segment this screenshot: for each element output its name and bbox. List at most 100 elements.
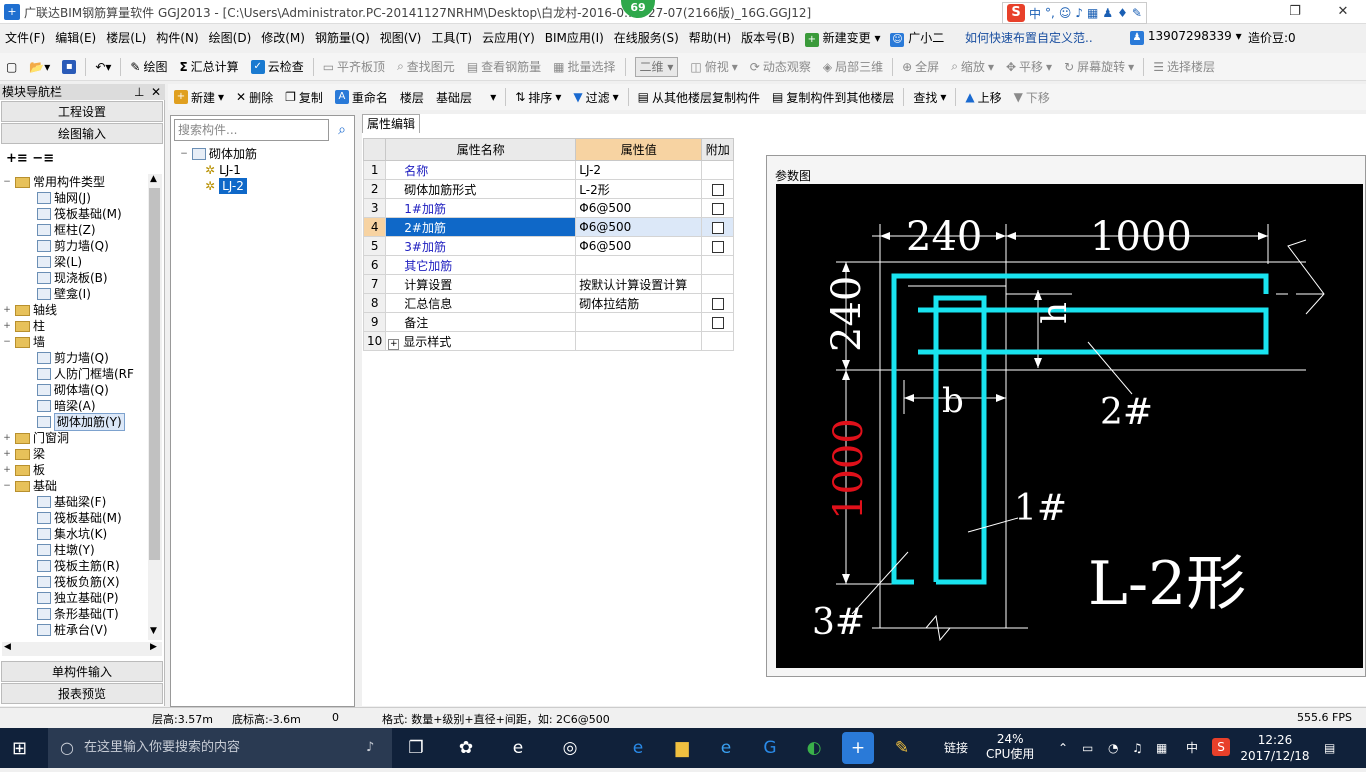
nav-tree-item[interactable]: + 门窗洞 <box>2 430 146 446</box>
collapse-icon[interactable]: − <box>179 146 189 162</box>
nav-tree-item[interactable]: 剪力墙(Q) <box>2 238 146 254</box>
prop-value[interactable]: 按默认计算设置计算 <box>575 274 703 294</box>
sogou-ime-icon[interactable]: S <box>1007 4 1025 22</box>
menu-component[interactable]: 构件(N) <box>151 29 203 46</box>
filter-button[interactable]: ▼ 过滤 ▾ <box>567 89 624 106</box>
zoom-button[interactable]: ⌕ 缩放 ▾ <box>945 58 1000 75</box>
extra-checkbox[interactable] <box>711 221 724 234</box>
component-search-input[interactable]: 搜索构件... <box>174 119 329 141</box>
property-row[interactable]: 7 计算设置 按默认计算设置计算 <box>362 274 735 294</box>
nav-tree-item[interactable]: 桩承台(V) <box>2 622 146 638</box>
nav-tree-item[interactable]: 砌体加筋(Y) <box>2 413 146 431</box>
component-root[interactable]: − 砌体加筋 <box>179 146 257 162</box>
rotate-screen-button[interactable]: ↻ 屏幕旋转 ▾ <box>1058 58 1140 75</box>
search-icon[interactable]: ⌕ <box>331 119 353 141</box>
pinwheel-app-icon[interactable]: ✿ <box>450 732 482 764</box>
collapse-icon[interactable]: − <box>2 478 12 494</box>
property-row[interactable]: 3 1#加筋 Φ6@500 <box>362 198 735 218</box>
collapse-icon[interactable]: − <box>2 174 12 190</box>
chrome-like-icon[interactable]: ◎ <box>554 732 586 764</box>
component-item[interactable]: ✲ LJ-1 <box>179 162 257 178</box>
extra-checkbox[interactable] <box>711 202 724 215</box>
notification-center-icon[interactable]: ▤ <box>1324 728 1335 768</box>
menu-edit[interactable]: 编辑(E) <box>50 29 101 46</box>
close-icon[interactable]: ✕ <box>1328 2 1358 22</box>
local-3d-button[interactable]: ◈ 局部三维 <box>817 58 889 75</box>
nav-tree-item[interactable]: 壁龛(I) <box>2 286 146 302</box>
nav-tree-item[interactable]: 砌体墙(Q) <box>2 382 146 398</box>
nav-tree-item[interactable]: 框柱(Z) <box>2 222 146 238</box>
prop-value[interactable] <box>575 331 703 351</box>
nav-tree-item[interactable]: 条形基础(T) <box>2 606 146 622</box>
menu-help[interactable]: 帮助(H) <box>684 29 736 46</box>
find-button[interactable]: 查找 ▾ <box>907 89 952 106</box>
expand-icon[interactable]: + <box>2 430 12 446</box>
taskbar-search-input[interactable]: ○ 在这里输入你要搜索的内容 ♪ <box>48 728 392 768</box>
keyboard-icon[interactable]: ▦ <box>1087 6 1098 20</box>
nav-tree-item[interactable]: 暗梁(A) <box>2 398 146 414</box>
ime-mode-label[interactable]: 中 <box>1029 5 1041 22</box>
sogou-tray-icon[interactable]: S <box>1212 738 1230 756</box>
view-rebar-qty-button[interactable]: ▤ 查看钢筋量 <box>461 58 547 75</box>
file-explorer-icon[interactable]: ▆ <box>666 732 698 764</box>
nav-tree-item[interactable]: 筏板主筋(R) <box>2 558 146 574</box>
prop-value[interactable]: Φ6@500 <box>575 236 703 256</box>
new-component-button[interactable]: + 新建 ▾ <box>168 89 230 106</box>
cpu-meter[interactable]: 24% CPU使用 <box>986 732 1034 772</box>
nav-tree-item[interactable]: 筏板负筋(X) <box>2 574 146 590</box>
task-view-icon[interactable]: ❐ <box>400 732 432 764</box>
menu-rebar-qty[interactable]: 钢筋量(Q) <box>310 29 375 46</box>
property-row[interactable]: 5 3#加筋 Φ6@500 <box>362 236 735 256</box>
pin-icon[interactable]: ⊥ <box>134 84 144 100</box>
menu-modify[interactable]: 修改(M) <box>256 29 310 46</box>
nav-tree-item[interactable]: 剪力墙(Q) <box>2 350 146 366</box>
open-file-icon[interactable]: 📂▾ <box>23 60 56 74</box>
nav-tree-item[interactable]: 柱墩(Y) <box>2 542 146 558</box>
copy-button[interactable]: ❐ 复制 <box>279 89 329 106</box>
taskbar-link-label[interactable]: 链接 <box>944 728 968 768</box>
nav-tree-item[interactable]: 人防门框墙(RF <box>2 366 146 382</box>
component-item-selected[interactable]: ✲ LJ-2 <box>179 178 257 194</box>
cloud-check-button[interactable]: ✓ 云检查 <box>245 58 310 75</box>
property-row[interactable]: 6 其它加筋 <box>362 255 735 275</box>
edge-icon[interactable]: e <box>622 732 654 764</box>
nav-tree-item[interactable]: 筏板基础(M) <box>2 206 146 222</box>
extra-checkbox[interactable] <box>711 316 724 329</box>
glodon-app-icon[interactable]: + <box>842 732 874 764</box>
mic-icon[interactable]: ♪ <box>1075 6 1083 20</box>
expand-icon[interactable]: + <box>2 318 12 334</box>
nav-hscrollbar[interactable]: ◀ ▶ <box>2 642 162 656</box>
scroll-up-icon[interactable]: ▲ <box>150 174 157 184</box>
menu-new-change[interactable]: + 新建变更 ▾ <box>800 29 886 47</box>
find-element-button[interactable]: ⌕ 查找图元 <box>391 58 461 75</box>
nav-scroll-thumb[interactable] <box>149 188 160 560</box>
notes-app-icon[interactable]: ✎ <box>886 732 918 764</box>
view-mode-select[interactable]: 二维 ▾ <box>629 56 685 77</box>
scroll-down-icon[interactable]: ▼ <box>150 626 157 636</box>
prop-value[interactable]: 砌体拉结筋 <box>575 293 703 313</box>
keyboard-tray-icon[interactable]: ▦ <box>1156 728 1167 768</box>
move-down-button[interactable]: ▼ 下移 <box>1008 89 1056 106</box>
drawing-input-button[interactable]: 绘图输入 <box>1 123 163 144</box>
extra-checkbox[interactable] <box>711 297 724 310</box>
property-row[interactable]: 9 备注 <box>362 312 735 332</box>
dynamic-view-button[interactable]: ⟳ 动态观察 <box>744 58 817 75</box>
nav-scrollbar[interactable]: ▲ ▼ <box>148 174 162 640</box>
ime-toolbar[interactable]: S 中 °, ☺ ♪ ▦ ♟ ♦ ✎ <box>1002 2 1147 24</box>
menu-draw[interactable]: 绘图(D) <box>204 29 257 46</box>
volume-icon[interactable]: ♫ <box>1132 728 1143 768</box>
summary-calc-button[interactable]: Σ 汇总计算 <box>173 58 244 75</box>
menu-guangxiaoer[interactable]: ☺ 广小二 <box>885 29 949 47</box>
battery-icon[interactable]: ▭ <box>1082 728 1093 768</box>
collapse-icon[interactable]: − <box>2 334 12 350</box>
expand-icon[interactable]: + <box>2 462 12 478</box>
skin-icon[interactable]: ♦ <box>1117 6 1128 20</box>
prop-value[interactable]: Φ6@500 <box>575 217 703 237</box>
move-up-button[interactable]: ▲ 上移 <box>959 89 1007 106</box>
expand-icon[interactable]: + <box>388 338 400 350</box>
scroll-left-icon[interactable]: ◀ <box>4 642 11 652</box>
menu-tools[interactable]: 工具(T) <box>426 29 477 46</box>
menu-floor[interactable]: 楼层(L) <box>101 29 151 46</box>
nav-tree-item[interactable]: − 墙 <box>2 334 146 350</box>
expand-all-icon[interactable]: +≡ −≡ <box>6 151 54 166</box>
